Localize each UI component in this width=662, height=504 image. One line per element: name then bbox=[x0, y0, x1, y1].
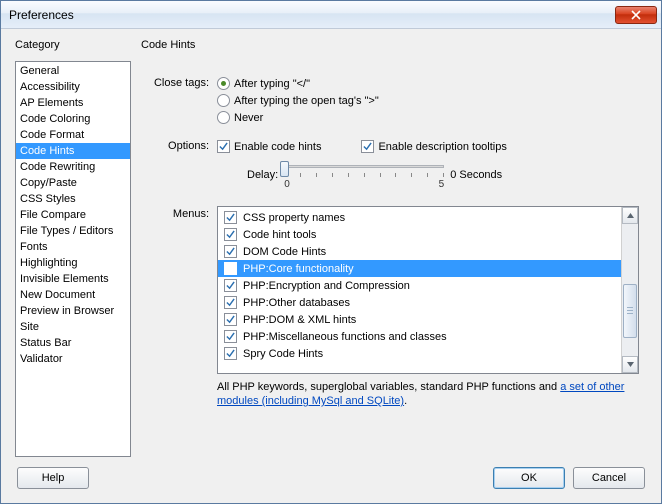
slider-scale: 0 5 bbox=[284, 179, 444, 190]
titlebar: Preferences bbox=[1, 1, 661, 29]
checkbox-icon bbox=[224, 313, 237, 326]
menus-description: All PHP keywords, superglobal variables,… bbox=[217, 380, 639, 408]
options-label: Options: bbox=[141, 138, 217, 152]
category-item[interactable]: Fonts bbox=[16, 239, 130, 255]
scrollbar[interactable] bbox=[621, 207, 638, 373]
category-item[interactable]: Site bbox=[16, 319, 130, 335]
menu-item[interactable]: PHP:Other databases bbox=[218, 294, 621, 311]
category-item[interactable]: Preview in Browser bbox=[16, 303, 130, 319]
button-bar: Help OK Cancel bbox=[15, 457, 647, 493]
cancel-button[interactable]: Cancel bbox=[573, 467, 645, 489]
menu-item-label: PHP:Other databases bbox=[243, 297, 350, 309]
menu-item[interactable]: Spry Code Hints bbox=[218, 345, 621, 362]
category-item[interactable]: File Types / Editors bbox=[16, 223, 130, 239]
help-button[interactable]: Help bbox=[17, 467, 89, 489]
category-item[interactable]: Status Bar bbox=[16, 335, 130, 351]
category-item[interactable]: AP Elements bbox=[16, 95, 130, 111]
enable-code-hints-checkbox[interactable]: Enable code hints bbox=[217, 138, 321, 155]
menu-item[interactable]: Code hint tools bbox=[218, 226, 621, 243]
category-item[interactable]: Code Rewriting bbox=[16, 159, 130, 175]
checkbox-icon bbox=[224, 245, 237, 258]
menu-item-label: PHP:Core functionality bbox=[243, 263, 354, 275]
menu-item[interactable]: PHP:Miscellaneous functions and classes bbox=[218, 328, 621, 345]
category-item[interactable]: Highlighting bbox=[16, 255, 130, 271]
radio-label: After typing the open tag's ">" bbox=[234, 95, 379, 107]
checkbox-icon bbox=[224, 262, 237, 275]
checkbox-icon bbox=[224, 279, 237, 292]
slider-thumb[interactable] bbox=[280, 161, 289, 177]
preferences-window: Preferences Category GeneralAccessibilit… bbox=[0, 0, 662, 504]
category-header: Category bbox=[15, 39, 131, 57]
close-tags-radio[interactable]: After typing "</" bbox=[217, 75, 639, 92]
settings-header: Code Hints bbox=[141, 39, 647, 57]
category-item[interactable]: Code Format bbox=[16, 127, 130, 143]
category-item[interactable]: Validator bbox=[16, 351, 130, 367]
category-item[interactable]: Invisible Elements bbox=[16, 271, 130, 287]
window-title: Preferences bbox=[9, 8, 615, 22]
menu-item-label: CSS property names bbox=[243, 212, 345, 224]
enable-tooltips-checkbox[interactable]: Enable description tooltips bbox=[361, 138, 506, 155]
menu-item-label: PHP:DOM & XML hints bbox=[243, 314, 356, 326]
radio-icon bbox=[217, 111, 230, 124]
delay-value: 0 Seconds bbox=[450, 169, 502, 181]
delay-label: Delay: bbox=[247, 169, 278, 181]
category-item[interactable]: Code Coloring bbox=[16, 111, 130, 127]
close-tags-label: Close tags: bbox=[141, 75, 217, 89]
close-tags-radio[interactable]: Never bbox=[217, 109, 639, 126]
category-item[interactable]: Code Hints bbox=[16, 143, 130, 159]
menu-item-label: DOM Code Hints bbox=[243, 246, 326, 258]
category-item[interactable]: CSS Styles bbox=[16, 191, 130, 207]
delay-row: Delay: 0 5 bbox=[217, 159, 639, 190]
checkbox-icon bbox=[361, 140, 374, 153]
checkbox-icon bbox=[224, 347, 237, 360]
category-item[interactable]: New Document bbox=[16, 287, 130, 303]
options-row: Options: Enable code hints Enable descri… bbox=[141, 138, 639, 190]
checkbox-icon bbox=[224, 296, 237, 309]
category-item[interactable]: Accessibility bbox=[16, 79, 130, 95]
menus-label: Menus: bbox=[141, 206, 217, 220]
checkbox-icon bbox=[217, 140, 230, 153]
checkbox-icon bbox=[224, 228, 237, 241]
close-tags-options: After typing "</" After typing the open t… bbox=[217, 75, 639, 126]
checkbox-icon bbox=[224, 330, 237, 343]
delay-slider[interactable] bbox=[284, 159, 444, 179]
scroll-thumb[interactable] bbox=[623, 284, 637, 338]
checkbox-icon bbox=[224, 211, 237, 224]
close-tags-row: Close tags: After typing "</"After typin… bbox=[141, 75, 639, 126]
radio-icon bbox=[217, 77, 230, 90]
settings-column: Code Hints Close tags: After typing "</"… bbox=[141, 39, 647, 457]
menus-row: Menus: CSS property names Code hint tools… bbox=[141, 206, 639, 408]
menu-item-label: Code hint tools bbox=[243, 229, 316, 241]
menu-item-label: PHP:Miscellaneous functions and classes bbox=[243, 331, 447, 343]
radio-label: Never bbox=[234, 112, 263, 124]
menu-item[interactable]: PHP:Core functionality bbox=[218, 260, 621, 277]
scroll-up-button[interactable] bbox=[622, 207, 638, 224]
close-tags-radio[interactable]: After typing the open tag's ">" bbox=[217, 92, 639, 109]
radio-icon bbox=[217, 94, 230, 107]
category-item[interactable]: File Compare bbox=[16, 207, 130, 223]
chevron-down-icon bbox=[627, 362, 634, 367]
radio-label: After typing "</" bbox=[234, 78, 310, 90]
close-button[interactable] bbox=[615, 6, 657, 24]
close-icon bbox=[631, 10, 641, 20]
enable-code-hints-label: Enable code hints bbox=[234, 141, 321, 153]
category-column: Category GeneralAccessibilityAP Elements… bbox=[15, 39, 131, 457]
ok-button[interactable]: OK bbox=[493, 467, 565, 489]
category-listbox[interactable]: GeneralAccessibilityAP ElementsCode Colo… bbox=[15, 61, 131, 457]
menu-item[interactable]: PHP:Encryption and Compression bbox=[218, 277, 621, 294]
menu-item-label: PHP:Encryption and Compression bbox=[243, 280, 410, 292]
menus-listbox[interactable]: CSS property names Code hint tools DOM Cod… bbox=[217, 206, 639, 374]
dialog-body: Category GeneralAccessibilityAP Elements… bbox=[1, 29, 661, 503]
category-item[interactable]: General bbox=[16, 63, 130, 79]
scroll-down-button[interactable] bbox=[622, 356, 638, 373]
enable-tooltips-label: Enable description tooltips bbox=[378, 141, 506, 153]
category-item[interactable]: Copy/Paste bbox=[16, 175, 130, 191]
chevron-up-icon bbox=[627, 213, 634, 218]
menu-item[interactable]: PHP:DOM & XML hints bbox=[218, 311, 621, 328]
menu-item-label: Spry Code Hints bbox=[243, 348, 323, 360]
menu-item[interactable]: DOM Code Hints bbox=[218, 243, 621, 260]
menu-item[interactable]: CSS property names bbox=[218, 209, 621, 226]
